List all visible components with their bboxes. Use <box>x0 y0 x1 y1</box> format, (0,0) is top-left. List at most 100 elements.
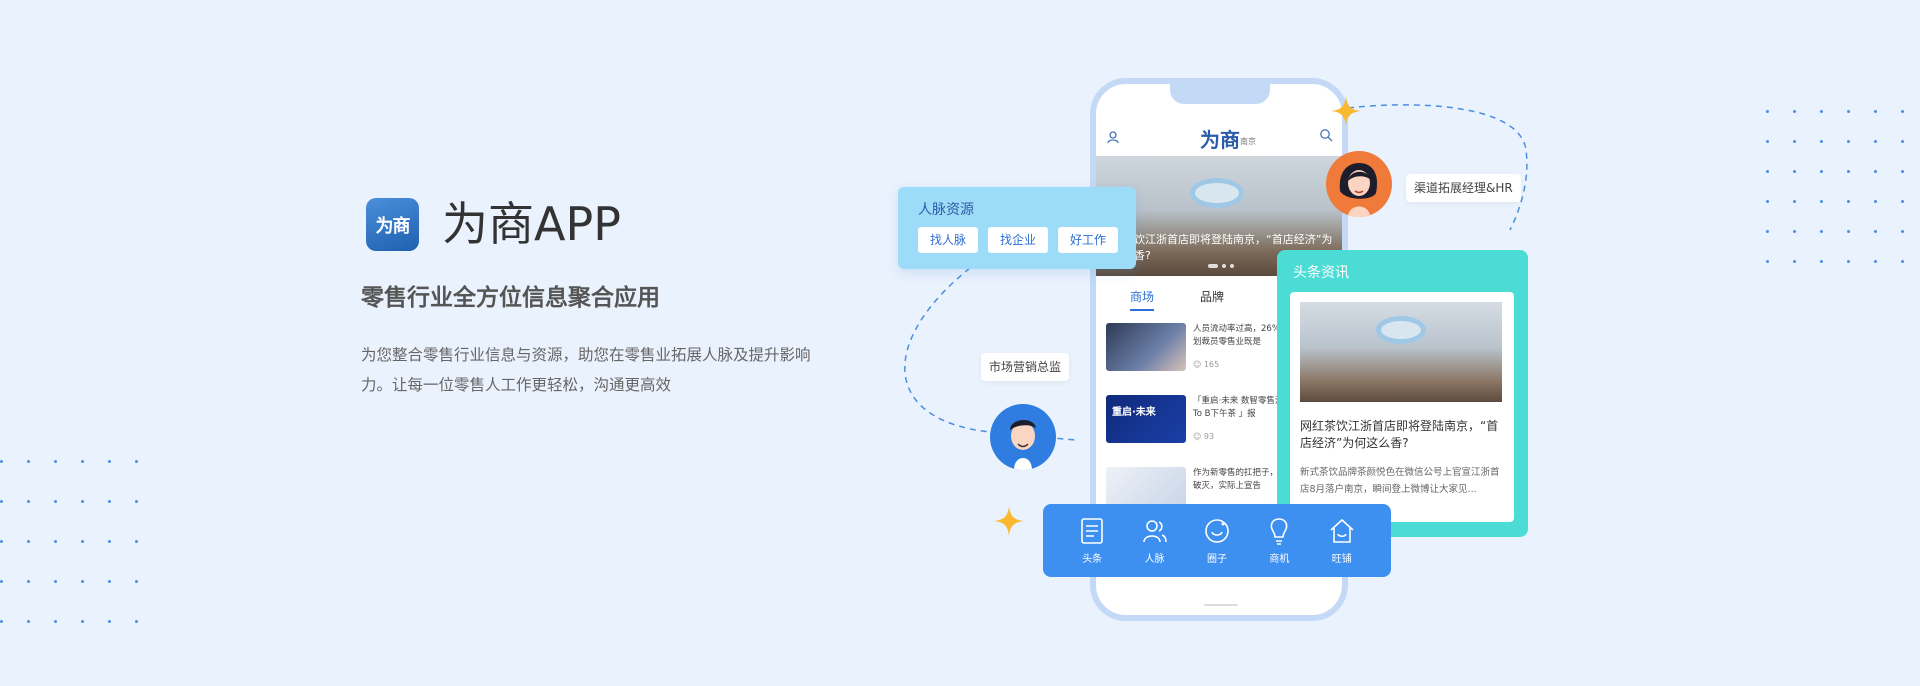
dot <box>1847 140 1850 143</box>
app-logo: 为商 <box>366 198 419 251</box>
news-summary: 新式茶饮品牌茶颜悦色在微信公号上官宣江浙首店8月落户南京，瞬间登上微博让大家见.… <box>1300 467 1500 495</box>
dot <box>81 620 84 623</box>
banner-pagination <box>1208 264 1234 268</box>
find-job-button[interactable]: 好工作 <box>1058 227 1119 253</box>
dot <box>1793 200 1796 203</box>
dot <box>27 580 30 583</box>
dot <box>1874 230 1877 233</box>
dot <box>0 580 3 583</box>
city-selector[interactable]: 南京 <box>1240 136 1256 147</box>
dot <box>1820 200 1823 203</box>
dot <box>1874 110 1877 113</box>
dot <box>0 540 3 543</box>
circle-icon <box>1205 519 1229 543</box>
lightbulb-icon <box>1270 518 1288 545</box>
dot <box>1874 170 1877 173</box>
dot <box>1820 230 1823 233</box>
nav-item-contacts[interactable]: 人脉 <box>1130 516 1180 565</box>
home-indicator <box>1204 604 1238 606</box>
dot <box>81 580 84 583</box>
dot <box>1847 200 1850 203</box>
dot <box>54 460 57 463</box>
dot <box>135 460 138 463</box>
feed-views: ☺ 93 <box>1193 432 1215 441</box>
user-icon[interactable] <box>1106 130 1120 148</box>
dot <box>1901 230 1904 233</box>
find-people-button[interactable]: 找人脉 <box>918 227 979 253</box>
dot <box>135 540 138 543</box>
dot <box>1793 170 1796 173</box>
bottom-nav-bar: 头条 人脉 圈子 商机 旺铺 <box>1043 504 1391 577</box>
dot <box>54 540 57 543</box>
news-image <box>1300 302 1502 402</box>
dot <box>1793 260 1796 263</box>
dot <box>1847 170 1850 173</box>
dot <box>54 500 57 503</box>
phone-notch <box>1170 84 1270 104</box>
dot <box>1766 260 1769 263</box>
dot <box>1901 260 1904 263</box>
dot <box>1793 230 1796 233</box>
headline-news-card: 头条资讯 网红茶饮江浙首店即将登陆南京，“首店经济”为何这么香? 新式茶饮品牌茶… <box>1277 250 1528 537</box>
dot <box>81 500 84 503</box>
dot-pattern-left <box>0 460 138 623</box>
nav-item-headlines[interactable]: 头条 <box>1067 516 1117 565</box>
dot <box>108 580 111 583</box>
dot <box>27 540 30 543</box>
dot <box>1874 260 1877 263</box>
dot <box>1820 110 1823 113</box>
dot <box>0 500 3 503</box>
people-card-title: 人脉资源 <box>918 202 974 218</box>
dot <box>1766 230 1769 233</box>
feed-views: ☺ 165 <box>1193 360 1220 369</box>
dot <box>1901 110 1904 113</box>
nav-item-opportunities[interactable]: 商机 <box>1254 516 1304 565</box>
document-icon <box>1081 518 1103 544</box>
label-marketing-director: 市场营销总监 <box>981 353 1070 381</box>
dot <box>1901 200 1904 203</box>
dot <box>108 500 111 503</box>
dot <box>1901 170 1904 173</box>
dot <box>1847 110 1850 113</box>
app-tagline: 零售行业全方位信息聚合应用 <box>361 285 660 311</box>
dot <box>1766 110 1769 113</box>
banner-image-ring <box>1190 178 1244 208</box>
dot <box>1820 260 1823 263</box>
news-headline: 网红茶饮江浙首店即将登陆南京，“首店经济”为何这么香? <box>1300 419 1499 450</box>
dot <box>1847 230 1850 233</box>
feed-thumbnail: 重启·未来 <box>1106 395 1186 443</box>
dot <box>0 460 3 463</box>
dot <box>1901 140 1904 143</box>
dot <box>54 620 57 623</box>
label-channel-hr: 渠道拓展经理&HR <box>1406 174 1521 202</box>
nav-item-circles[interactable]: 圈子 <box>1192 516 1242 565</box>
dashed-connectors <box>904 104 1528 441</box>
app-description: 为您整合零售行业信息与资源，助您在零售业拓展人脉及提升影响力。让每一位零售人工作… <box>361 346 811 394</box>
news-article[interactable]: 网红茶饮江浙首店即将登陆南京，“首店经济”为何这么香? 新式茶饮品牌茶颜悦色在微… <box>1290 292 1514 522</box>
find-company-button[interactable]: 找企业 <box>988 227 1049 253</box>
dot <box>54 580 57 583</box>
dot <box>1793 110 1796 113</box>
tab-mall[interactable]: 商场 <box>1130 288 1155 311</box>
dot <box>27 500 30 503</box>
avatar-hr <box>1326 151 1392 217</box>
dot <box>135 620 138 623</box>
nav-item-shop[interactable]: 旺铺 <box>1317 516 1367 565</box>
tab-brand[interactable]: 品牌 <box>1200 288 1224 311</box>
dot <box>108 620 111 623</box>
star-icon <box>994 506 1024 536</box>
dot <box>81 540 84 543</box>
dot <box>135 500 138 503</box>
dot <box>1847 260 1850 263</box>
dot <box>27 620 30 623</box>
people-resources-card: 人脉资源 找人脉 找企业 好工作 <box>898 187 1136 269</box>
search-icon[interactable] <box>1319 128 1333 146</box>
dot <box>1793 140 1796 143</box>
dot <box>1766 140 1769 143</box>
phone-header: 为商 南京 <box>1096 122 1342 158</box>
star-icon <box>1331 96 1361 126</box>
app-title: 为商APP <box>442 197 621 251</box>
dot <box>1874 200 1877 203</box>
dot <box>1820 140 1823 143</box>
phone-tabs: 商场 品牌 <box>1130 288 1224 311</box>
